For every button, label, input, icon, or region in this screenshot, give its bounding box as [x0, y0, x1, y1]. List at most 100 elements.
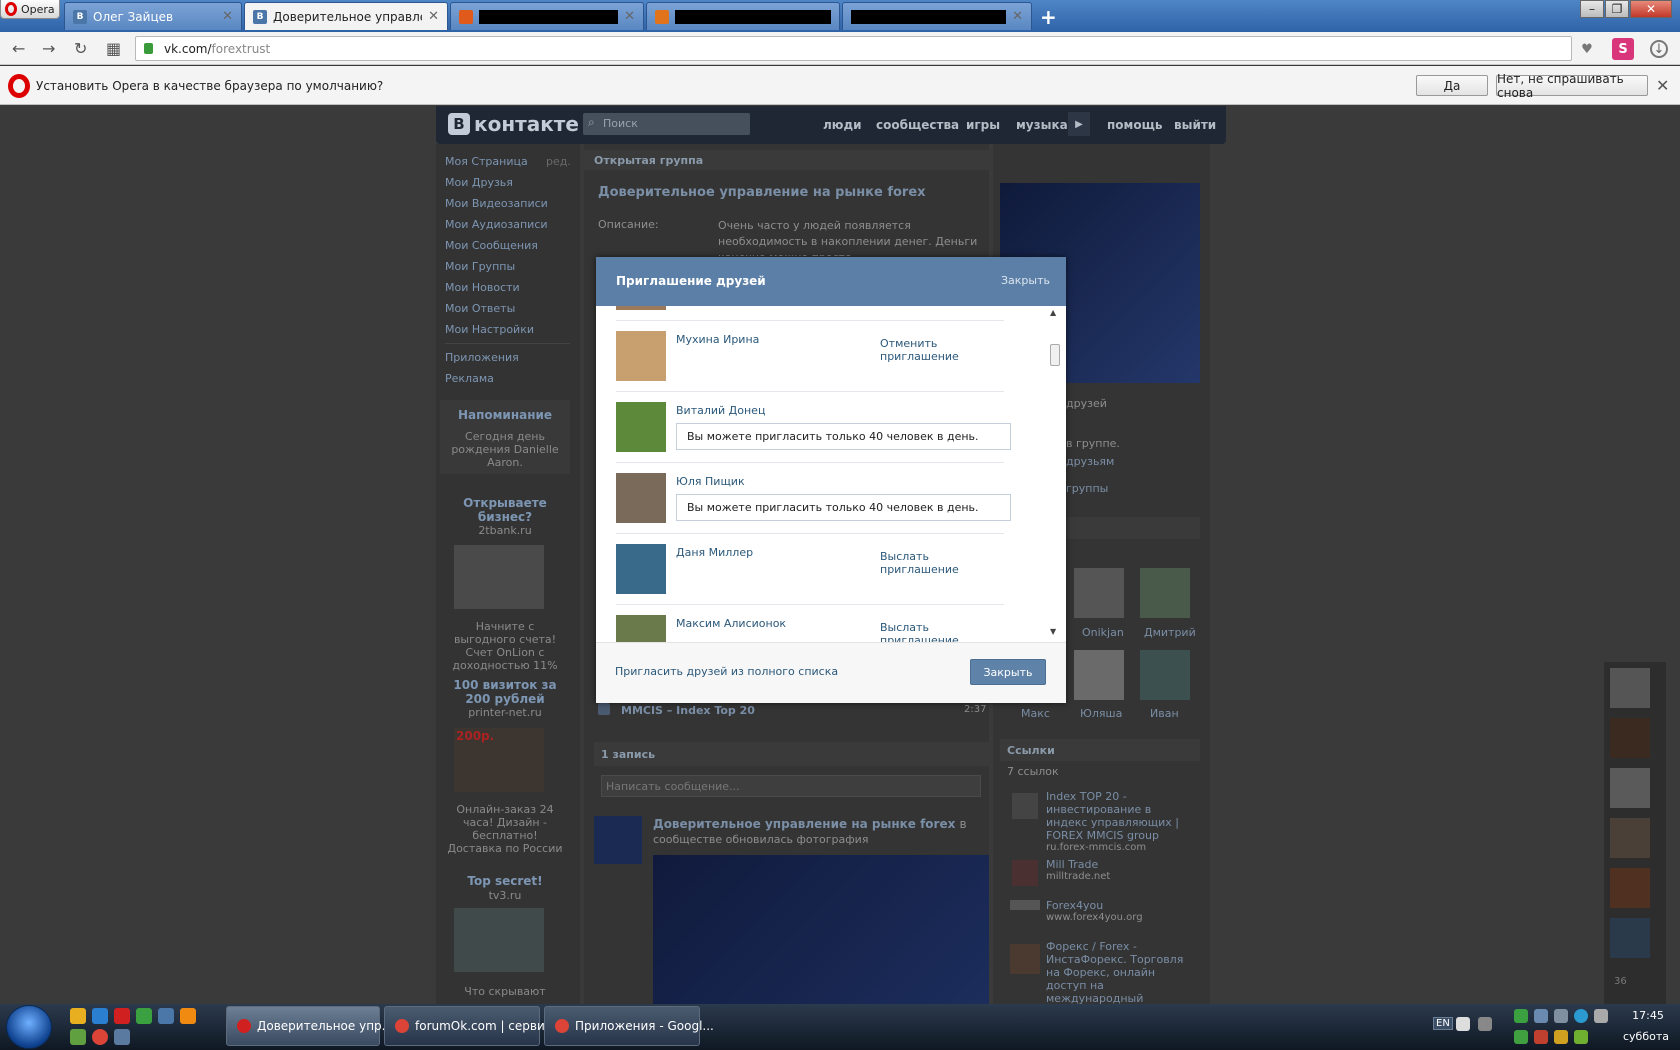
menu-audio[interactable]: Мои Аудиозаписи — [445, 218, 548, 231]
menu-answers[interactable]: Мои Ответы — [445, 302, 515, 315]
opera-icon[interactable] — [114, 1008, 130, 1024]
odnoklassniki-icon[interactable] — [180, 1008, 196, 1024]
reload-icon[interactable]: ↻ — [74, 39, 87, 58]
tab-close-icon[interactable]: ✕ — [624, 9, 635, 24]
tray-icon[interactable] — [1514, 1009, 1528, 1023]
member-avatar[interactable] — [1074, 650, 1124, 700]
download-icon[interactable]: ↓ — [1650, 40, 1668, 58]
menu-my-page[interactable]: Моя Страница — [445, 155, 528, 168]
speed-dial-grid-icon[interactable]: ▦ — [106, 39, 121, 58]
post-photo[interactable] — [653, 855, 989, 1004]
link-icon[interactable] — [1012, 860, 1038, 886]
quicklaunch-icon[interactable] — [136, 1008, 152, 1024]
friend-name[interactable]: Виталий Донец — [676, 404, 765, 417]
menu-news[interactable]: Мои Новости — [445, 281, 520, 294]
menu-friends[interactable]: Мои Друзья — [445, 176, 513, 189]
back-arrow-icon[interactable]: ← — [12, 39, 25, 58]
link-title[interactable]: Форекс / Forex - ИнстаФорекс. Торговля н… — [1046, 940, 1196, 1004]
link-icon[interactable] — [1010, 900, 1040, 910]
nav-music[interactable]: музыка — [1016, 118, 1068, 132]
volume-icon[interactable] — [1534, 1030, 1548, 1044]
tray-icon[interactable] — [1514, 1030, 1528, 1044]
scroll-down-arrow-icon[interactable]: ▼ — [1050, 627, 1056, 636]
friend-avatar[interactable] — [616, 306, 666, 310]
nav-help[interactable]: помощь — [1107, 118, 1162, 132]
play-icon[interactable]: ▶ — [1068, 112, 1090, 136]
member-name[interactable]: Иван — [1150, 707, 1179, 720]
friend-name[interactable]: Даня Миллер — [676, 546, 753, 559]
list-scrollbar-thumb[interactable] — [1050, 344, 1060, 366]
maximize-icon[interactable]: ❐ — [1605, 0, 1629, 18]
send-invite-link[interactable]: Выслать приглашение — [880, 550, 1004, 576]
friend-name[interactable]: Максим Алисионок — [676, 617, 786, 630]
member-name[interactable]: Макс — [1021, 707, 1050, 720]
cancel-invite-link[interactable]: Отменить приглашение — [880, 337, 1004, 363]
friend-avatar[interactable] — [616, 544, 666, 594]
opera-menu-button[interactable]: Opera — [0, 0, 60, 19]
link-title[interactable]: Forex4you — [1046, 899, 1103, 912]
strip-thumb[interactable] — [1610, 768, 1650, 808]
friend-avatar[interactable] — [616, 402, 666, 452]
nav-logout[interactable]: выйти — [1174, 118, 1216, 132]
strip-thumb[interactable] — [1610, 668, 1650, 708]
strip-thumb[interactable] — [1610, 818, 1650, 858]
tray-icon[interactable] — [1554, 1030, 1568, 1044]
tray-icon[interactable] — [1554, 1009, 1568, 1023]
chrome-icon[interactable] — [92, 1029, 108, 1045]
member-avatar[interactable] — [1074, 568, 1124, 618]
ad2-title[interactable]: 100 визиток за 200 рублей — [445, 678, 565, 706]
ad1-image[interactable] — [454, 545, 544, 609]
link-title[interactable]: Index TOP 20 - инвестирование в индекс у… — [1046, 790, 1196, 842]
invite-from-full-list-link[interactable]: Пригласить друзей из полного списка — [615, 665, 838, 678]
friend-name[interactable]: Мухина Ирина — [676, 333, 759, 346]
nav-people[interactable]: люди — [823, 118, 862, 132]
right-frag-group[interactable]: группы — [1066, 482, 1108, 495]
menu-settings[interactable]: Мои Настройки — [445, 323, 534, 336]
nav-games[interactable]: игры — [966, 118, 1000, 132]
help-icon[interactable] — [1456, 1017, 1470, 1031]
heart-icon[interactable]: ♥ — [1576, 38, 1598, 60]
tray-icon[interactable] — [1534, 1009, 1548, 1023]
tab-oleg[interactable]: В Олег Зайцев ✕ — [64, 2, 242, 30]
infobar-yes-button[interactable]: Да — [1416, 75, 1488, 96]
menu-videos[interactable]: Мои Видеозаписи — [445, 197, 548, 210]
tab-close-icon[interactable]: ✕ — [428, 9, 439, 24]
nav-communities[interactable]: сообщества — [876, 118, 959, 132]
member-avatar[interactable] — [1140, 650, 1190, 700]
vk-logo[interactable]: В контакте — [448, 112, 579, 136]
member-avatar[interactable] — [1140, 568, 1190, 618]
url-field[interactable]: vk.com/forextrust — [135, 36, 1572, 61]
network-icon[interactable] — [1478, 1017, 1492, 1031]
tab-close-icon[interactable]: ✕ — [1012, 9, 1023, 24]
vk-search-input[interactable]: ⌕ Поиск — [583, 113, 750, 135]
post-author-avatar[interactable] — [594, 816, 642, 864]
strip-thumb[interactable] — [1610, 918, 1650, 958]
menu-groups[interactable]: Мои Группы — [445, 260, 515, 273]
infobar-close-icon[interactable]: ✕ — [1656, 76, 1669, 95]
menu-messages[interactable]: Мои Сообщения — [445, 239, 538, 252]
se-extension-icon[interactable]: S — [1612, 38, 1634, 60]
send-invite-link[interactable]: Выслать приглашение — [880, 621, 1004, 642]
menu-apps[interactable]: Приложения — [445, 351, 519, 364]
audio-title[interactable]: MMCIS – Index Top 20 — [621, 704, 755, 717]
friend-avatar[interactable] — [616, 331, 666, 381]
minimize-icon[interactable]: – — [1580, 0, 1604, 18]
strip-thumb[interactable] — [1610, 868, 1650, 908]
utorrent-icon[interactable] — [70, 1029, 86, 1045]
link-title[interactable]: Mill Trade — [1046, 858, 1098, 871]
start-button-icon[interactable] — [6, 1005, 52, 1049]
write-post-input[interactable]: Написать сообщение... — [601, 775, 981, 797]
audio-play-icon[interactable] — [598, 703, 610, 715]
clock-time[interactable]: 17:45 — [1620, 1009, 1676, 1022]
tab-forex-trust[interactable]: В Доверительное управлени ✕ — [244, 2, 448, 30]
strip-thumb[interactable] — [1610, 718, 1650, 758]
infobar-no-button[interactable]: Нет, не спрашивать снова — [1496, 72, 1648, 100]
nvidia-icon[interactable] — [1574, 1030, 1588, 1044]
ie-icon[interactable] — [92, 1008, 108, 1024]
tab-hidden-3[interactable]: ✕ — [842, 2, 1032, 30]
modal-close-button[interactable]: Закрыть — [970, 659, 1046, 685]
tray-icon[interactable] — [1574, 1009, 1588, 1023]
ad1-title[interactable]: Открываете бизнес? — [445, 496, 565, 524]
tab-hidden-2[interactable] — [646, 2, 840, 30]
taskbar-chrome-forumok[interactable]: forumOk.com | серви... — [384, 1006, 556, 1046]
